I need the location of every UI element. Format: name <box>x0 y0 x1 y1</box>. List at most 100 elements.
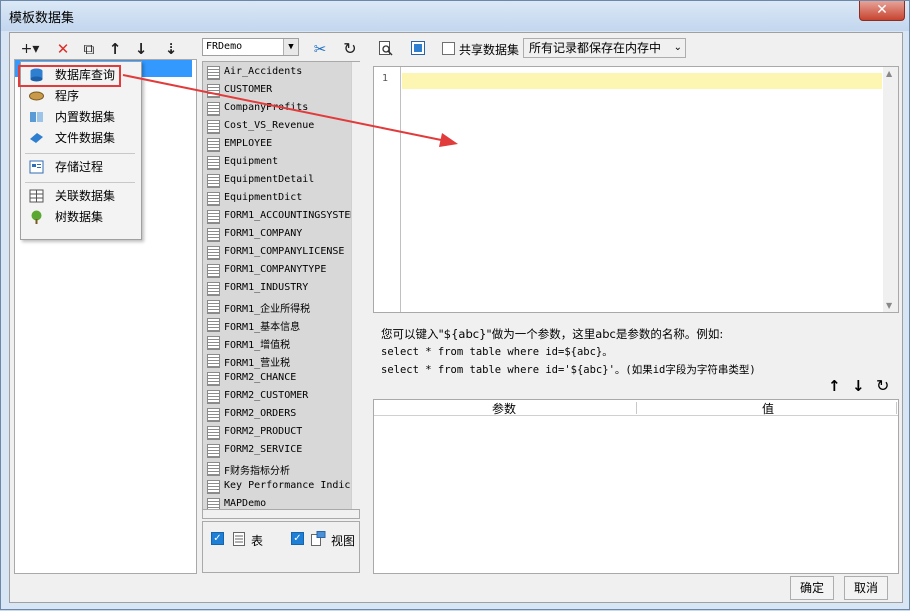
table-list-item[interactable]: Air_Accidents <box>203 64 359 82</box>
file-dataset-icon <box>30 133 43 143</box>
editor-scrollbar[interactable]: ▲ ▼ <box>883 67 898 312</box>
parameters-table[interactable]: 参数 值 <box>373 399 899 574</box>
table-list-item[interactable]: FORM1_ACCOUNTINGSYSTEM <box>203 208 359 226</box>
close-button[interactable]: ✕ <box>859 1 905 21</box>
storage-mode-select[interactable]: 所有记录都保存在内存中 ⌄ <box>523 38 686 58</box>
table-list-item[interactable]: FORM2_SERVICE <box>203 442 359 460</box>
table-list-item[interactable]: CompanyProfits <box>203 100 359 118</box>
cancel-button[interactable]: 取消 <box>844 576 888 600</box>
line-number: 1 <box>382 73 389 84</box>
param-move-down-icon[interactable]: ↓ <box>852 377 865 395</box>
view-filter-label: 视图 <box>331 534 356 548</box>
add-dataset-button[interactable]: +▾ <box>16 38 44 60</box>
table-icon <box>207 408 220 422</box>
stored-procedure-icon <box>29 160 44 174</box>
table-list-item[interactable]: FORM1_COMPANYTYPE <box>203 262 359 280</box>
scroll-down-icon[interactable]: ▼ <box>886 301 892 310</box>
datasource-select[interactable]: FRDemo ▼ <box>202 38 299 56</box>
table-list-item[interactable]: Equipment <box>203 154 359 172</box>
table-icon <box>207 282 220 296</box>
table-type-filter: ✓ 表 ✓ 视图 <box>202 521 360 573</box>
table-list-item[interactable]: FORM1_INDUSTRY <box>203 280 359 298</box>
ok-button[interactable]: 确定 <box>790 576 834 600</box>
hint-line-1: 您可以键入"${abc}"做为一个参数，这里abc是参数的名称。例如: <box>381 327 724 341</box>
relation-dataset-icon <box>29 189 44 203</box>
table-list-item[interactable]: FORM2_CUSTOMER <box>203 388 359 406</box>
sort-icon[interactable]: ⇣ <box>160 38 182 60</box>
refresh-icon[interactable]: ↻ <box>339 38 361 60</box>
table-icon <box>207 372 220 386</box>
value-column-header: 值 <box>762 402 775 416</box>
preview-icon[interactable] <box>379 41 393 56</box>
table-list-item[interactable]: Key Performance Indicators <box>203 478 359 496</box>
move-up-icon[interactable]: ↑ <box>104 38 126 60</box>
move-down-icon[interactable]: ↓ <box>130 38 152 60</box>
view-checkbox[interactable]: ✓ <box>291 532 304 545</box>
table-list-item[interactable]: EMPLOYEE <box>203 136 359 154</box>
title-bar[interactable]: 模板数据集 ✕ <box>1 1 909 31</box>
table-checkbox[interactable]: ✓ <box>211 532 224 545</box>
table-list-item[interactable]: EquipmentDict <box>203 190 359 208</box>
line-number-gutter: 1 <box>374 67 401 312</box>
chevron-down-icon[interactable]: ▼ <box>283 39 298 55</box>
table-name: FORM1_基本信息 <box>224 322 301 333</box>
program-icon <box>29 91 44 101</box>
table-list-item[interactable]: F财务指标分析 <box>203 460 359 478</box>
table-list-item[interactable]: FORM1_增值税 <box>203 334 359 352</box>
table-icon <box>207 210 220 224</box>
table-icon <box>207 336 220 350</box>
table-name: Key Performance Indicators <box>224 480 358 491</box>
sql-editor[interactable]: 1 ▲ ▼ <box>373 66 899 313</box>
menu-label: 程序 <box>55 89 80 103</box>
table-icon <box>207 246 220 260</box>
delete-icon[interactable]: ✕ <box>52 38 74 60</box>
builtin-dataset-icon <box>30 112 43 122</box>
column-divider <box>896 402 897 414</box>
menu-label: 存储过程 <box>55 160 104 174</box>
dataset-toolbar: +▾ ✕ ⧉ ↑ ↓ ⇣ <box>14 35 197 59</box>
table-list-item[interactable]: FORM1_企业所得税 <box>203 298 359 316</box>
copy-icon[interactable]: ⧉ <box>78 38 100 60</box>
table-name: EquipmentDict <box>224 192 303 203</box>
table-icon <box>207 138 220 152</box>
param-refresh-icon[interactable]: ↻ <box>876 376 889 395</box>
storage-mode-value: 所有记录都保存在内存中 <box>529 41 662 55</box>
table-filter-label: 表 <box>251 534 264 548</box>
table-name: MAPDemo <box>224 498 267 509</box>
hint-line-3: select * from table where id='${abc}'。(如… <box>381 364 756 376</box>
table-list[interactable]: Air_Accidents CUSTOMER CompanyProfits Cost_… <box>202 61 360 519</box>
scroll-up-icon[interactable]: ▲ <box>886 69 892 78</box>
query-toolbar: 共享数据集 所有记录都保存在内存中 ⌄ <box>373 35 900 61</box>
share-dataset-checkbox[interactable] <box>442 42 455 55</box>
table-name: FORM1_COMPANYLICENSE <box>224 246 345 257</box>
table-list-scrollbar[interactable] <box>351 62 360 518</box>
param-move-up-icon[interactable]: ↑ <box>828 377 841 395</box>
table-icon <box>207 318 220 332</box>
table-icon <box>207 480 220 494</box>
menu-label: 关联数据集 <box>55 189 116 203</box>
table-list-item[interactable]: FORM2_ORDERS <box>203 406 359 424</box>
table-icon <box>207 66 220 80</box>
table-list-item[interactable]: FORM1_COMPANYLICENSE <box>203 244 359 262</box>
table-list-item[interactable]: FORM1_基本信息 <box>203 316 359 334</box>
table-name: F财务指标分析 <box>224 466 291 477</box>
table-list-item[interactable]: FORM1_营业税 <box>203 352 359 370</box>
highlight-box <box>18 65 121 87</box>
connection-settings-icon[interactable]: ✂ <box>309 38 331 60</box>
table-list-item[interactable]: EquipmentDetail <box>203 172 359 190</box>
table-icon <box>207 228 220 242</box>
table-list-item[interactable]: FORM2_CHANCE <box>203 370 359 388</box>
table-name: CUSTOMER <box>224 84 273 95</box>
table-list-item[interactable]: CUSTOMER <box>203 82 359 100</box>
table-name: Cost_VS_Revenue <box>224 120 315 131</box>
table-list-item[interactable]: FORM2_PRODUCT <box>203 424 359 442</box>
table-list-item[interactable]: Cost_VS_Revenue <box>203 118 359 136</box>
table-list-hscrollbar[interactable] <box>202 509 360 519</box>
table-name: FORM1_增值税 <box>224 340 291 351</box>
param-column-header: 参数 <box>492 402 517 416</box>
menu-label: 文件数据集 <box>55 131 116 145</box>
table-list-item[interactable]: FORM1_COMPANY <box>203 226 359 244</box>
table-icon <box>207 102 220 116</box>
parameter-icon[interactable] <box>411 41 426 56</box>
hint-line-2: select * from table where id=${abc}。 <box>381 346 613 358</box>
